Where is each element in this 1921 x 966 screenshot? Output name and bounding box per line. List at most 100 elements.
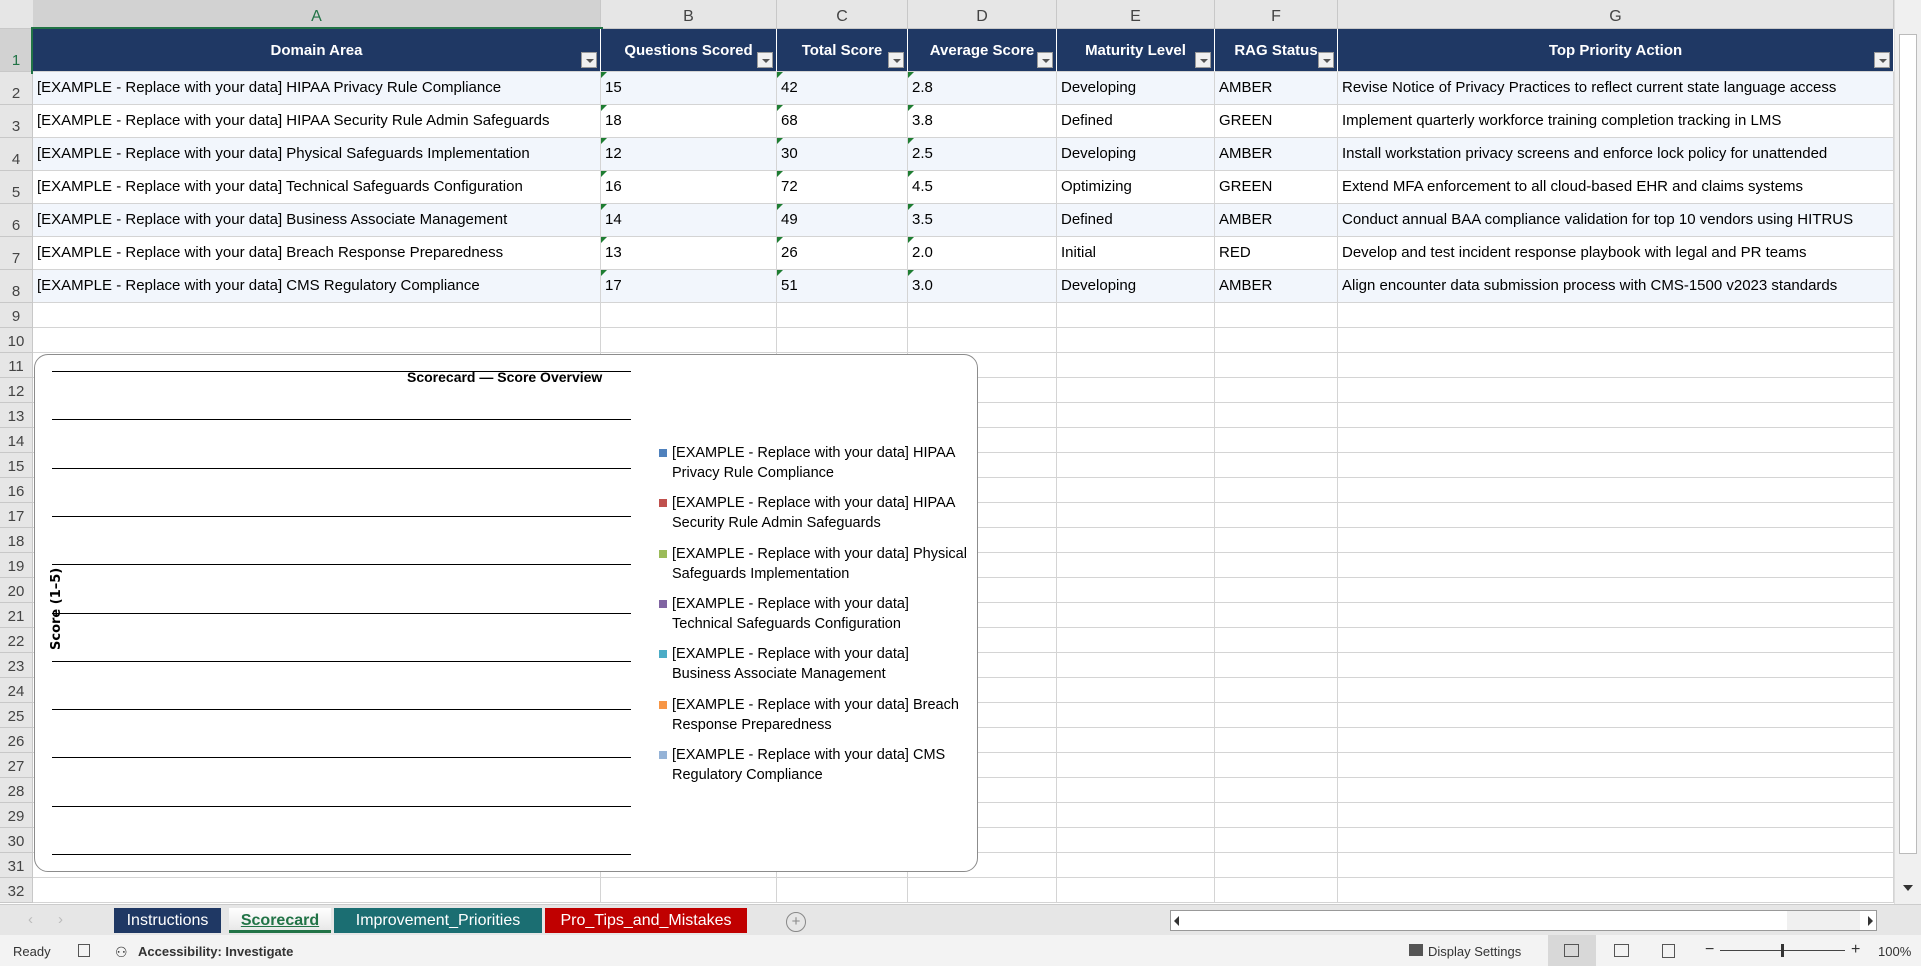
table-cell[interactable]: 68 <box>777 105 908 138</box>
empty-cell[interactable] <box>1338 528 1894 553</box>
table-cell[interactable]: [EXAMPLE - Replace with your data] Physi… <box>33 138 601 171</box>
row-header[interactable]: 21 <box>0 603 33 628</box>
row-header[interactable]: 13 <box>0 403 33 428</box>
table-cell[interactable]: Defined <box>1057 105 1215 138</box>
row-header[interactable]: 30 <box>0 828 33 853</box>
row-header[interactable]: 6 <box>0 204 33 237</box>
filter-dropdown-icon[interactable] <box>888 52 904 68</box>
empty-cell[interactable] <box>777 328 908 353</box>
row-header[interactable]: 26 <box>0 728 33 753</box>
number-as-text-warning-icon[interactable] <box>601 72 607 78</box>
column-header-A[interactable]: A <box>33 0 601 29</box>
empty-cell[interactable] <box>1338 403 1894 428</box>
table-cell[interactable]: 18 <box>601 105 777 138</box>
empty-cell[interactable] <box>1338 378 1894 403</box>
empty-cell[interactable] <box>1338 703 1894 728</box>
empty-cell[interactable] <box>1338 353 1894 378</box>
empty-cell[interactable] <box>777 303 908 328</box>
accessibility-status[interactable]: Accessibility: Investigate <box>138 944 293 959</box>
display-settings-icon[interactable] <box>1409 944 1423 956</box>
number-as-text-warning-icon[interactable] <box>601 105 607 111</box>
row-header[interactable]: 24 <box>0 678 33 703</box>
zoom-slider-thumb[interactable] <box>1781 944 1784 957</box>
empty-cell[interactable] <box>1215 878 1338 903</box>
vertical-scroll-thumb[interactable] <box>1899 34 1917 854</box>
empty-cell[interactable] <box>1215 378 1338 403</box>
row-header[interactable]: 11 <box>0 353 33 378</box>
row-header[interactable]: 32 <box>0 878 33 903</box>
empty-cell[interactable] <box>1057 428 1215 453</box>
empty-cell[interactable] <box>908 328 1057 353</box>
header-cell[interactable]: Average Score <box>908 29 1057 72</box>
table-cell[interactable]: 2.5 <box>908 138 1057 171</box>
table-cell[interactable]: 3.0 <box>908 270 1057 303</box>
table-cell[interactable]: [EXAMPLE - Replace with your data] Breac… <box>33 237 601 270</box>
number-as-text-warning-icon[interactable] <box>601 171 607 177</box>
empty-cell[interactable] <box>1057 403 1215 428</box>
tab-scroll-right-icon[interactable]: › <box>58 911 63 928</box>
empty-cell[interactable] <box>1338 553 1894 578</box>
empty-cell[interactable] <box>1338 303 1894 328</box>
tab-scroll-left-icon[interactable]: ‹ <box>28 911 33 928</box>
header-cell[interactable]: Total Score <box>777 29 908 72</box>
header-cell[interactable]: Questions Scored <box>601 29 777 72</box>
empty-cell[interactable] <box>1338 678 1894 703</box>
empty-cell[interactable] <box>1057 753 1215 778</box>
table-cell[interactable]: 2.8 <box>908 72 1057 105</box>
filter-dropdown-icon[interactable] <box>1318 52 1334 68</box>
page-break-preview-icon[interactable] <box>1662 944 1675 958</box>
row-header[interactable]: 23 <box>0 653 33 678</box>
empty-cell[interactable] <box>1057 703 1215 728</box>
table-cell[interactable]: 49 <box>777 204 908 237</box>
empty-cell[interactable] <box>1215 803 1338 828</box>
empty-cell[interactable] <box>1057 728 1215 753</box>
empty-cell[interactable] <box>601 878 777 903</box>
row-header[interactable]: 1 <box>0 29 33 72</box>
number-as-text-warning-icon[interactable] <box>601 270 607 276</box>
number-as-text-warning-icon[interactable] <box>908 138 914 144</box>
number-as-text-warning-icon[interactable] <box>777 138 783 144</box>
empty-cell[interactable] <box>1215 678 1338 703</box>
number-as-text-warning-icon[interactable] <box>908 105 914 111</box>
empty-cell[interactable] <box>33 878 601 903</box>
empty-cell[interactable] <box>1215 628 1338 653</box>
sheet-tab[interactable]: Pro_Tips_and_Mistakes <box>545 908 747 933</box>
legend-entry[interactable]: [EXAMPLE - Replace with your data] Physi… <box>659 544 969 584</box>
empty-cell[interactable] <box>1057 853 1215 878</box>
table-cell[interactable]: 13 <box>601 237 777 270</box>
legend-entry[interactable]: [EXAMPLE - Replace with your data] HIPAA… <box>659 443 969 483</box>
empty-cell[interactable] <box>1057 628 1215 653</box>
empty-cell[interactable] <box>1338 753 1894 778</box>
empty-cell[interactable] <box>1215 403 1338 428</box>
table-cell[interactable]: 3.8 <box>908 105 1057 138</box>
row-header[interactable]: 4 <box>0 138 33 171</box>
zoom-level[interactable]: 100% <box>1878 944 1911 959</box>
empty-cell[interactable] <box>1057 353 1215 378</box>
empty-cell[interactable] <box>1215 653 1338 678</box>
empty-cell[interactable] <box>1215 578 1338 603</box>
legend-entry[interactable]: [EXAMPLE - Replace with your data] CMS R… <box>659 745 969 785</box>
empty-cell[interactable] <box>1215 603 1338 628</box>
row-header[interactable]: 27 <box>0 753 33 778</box>
table-cell[interactable]: AMBER <box>1215 204 1338 237</box>
table-cell[interactable]: 15 <box>601 72 777 105</box>
vertical-scrollbar[interactable] <box>1894 0 1921 904</box>
table-cell[interactable]: Conduct annual BAA compliance validation… <box>1338 204 1894 237</box>
empty-cell[interactable] <box>1057 303 1215 328</box>
table-cell[interactable]: RED <box>1215 237 1338 270</box>
number-as-text-warning-icon[interactable] <box>601 204 607 210</box>
row-header[interactable]: 22 <box>0 628 33 653</box>
empty-cell[interactable] <box>1057 503 1215 528</box>
row-header[interactable]: 2 <box>0 72 33 105</box>
empty-cell[interactable] <box>601 328 777 353</box>
empty-cell[interactable] <box>1338 628 1894 653</box>
zoom-in-button[interactable]: + <box>1851 941 1860 959</box>
empty-cell[interactable] <box>1057 653 1215 678</box>
horizontal-scroll-track[interactable] <box>1787 911 1860 930</box>
empty-cell[interactable] <box>908 303 1057 328</box>
column-header-D[interactable]: D <box>908 0 1057 29</box>
scroll-right-arrow-icon[interactable] <box>1868 916 1873 926</box>
score-overview-chart[interactable]: Scorecard — Score Overview Score (1–5) [… <box>34 354 978 872</box>
table-cell[interactable]: 42 <box>777 72 908 105</box>
column-header-E[interactable]: E <box>1057 0 1215 29</box>
